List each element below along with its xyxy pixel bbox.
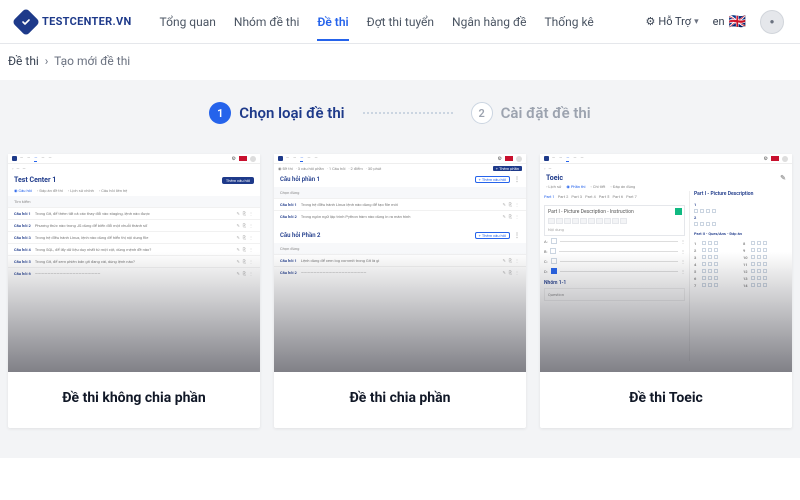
- card-label: Đề thi chia phần: [274, 372, 526, 428]
- card-no-sections[interactable]: —————⚙ ◦—— Test Center 1Thêm câu hỏi ◉ C…: [8, 154, 260, 428]
- app-header: TESTCENTER.VN Tổng quan Nhóm đề thi Đề t…: [0, 0, 800, 44]
- nav-tests[interactable]: Đề thi: [317, 3, 348, 41]
- language-switcher[interactable]: en 🇬🇧: [713, 14, 746, 30]
- card-preview: —————⚙ ◦—— Test Center 1Thêm câu hỏi ◉ C…: [8, 154, 260, 372]
- breadcrumb-root[interactable]: Đề thi: [8, 54, 39, 68]
- step-2[interactable]: 2 Cài đặt đề thi: [471, 102, 591, 124]
- step-1-badge: 1: [209, 102, 231, 124]
- step-2-badge: 2: [471, 102, 493, 124]
- support-dropdown[interactable]: ⚙ Hỗ Trợ ▾: [646, 15, 699, 28]
- test-type-cards: —————⚙ ◦—— Test Center 1Thêm câu hỏi ◉ C…: [8, 154, 792, 428]
- nav-statistics[interactable]: Thống kê: [545, 3, 594, 41]
- nav-exam-rounds[interactable]: Đợt thi tuyển: [367, 3, 434, 41]
- card-preview: —————⚙ ◦— Toeic✎ ◦ Lịch sử◉ Phần thi◦ Ch…: [540, 154, 792, 372]
- card-with-sections[interactable]: —————⚙ ◉ Đề thi· 3 câu hỏi phần· 1 Câu h…: [274, 154, 526, 428]
- step-2-label: Cài đặt đề thi: [501, 104, 591, 122]
- logo-badge-icon: [12, 7, 40, 35]
- card-label: Đề thi Toeic: [540, 372, 792, 428]
- lang-code: en: [713, 15, 725, 28]
- main-nav: Tổng quan Nhóm đề thi Đề thi Đợt thi tuy…: [160, 3, 594, 41]
- breadcrumb: Đề thi › Tạo mới đề thi: [0, 44, 800, 80]
- nav-overview[interactable]: Tổng quan: [160, 3, 216, 41]
- nav-question-bank[interactable]: Ngân hàng đề: [452, 3, 526, 41]
- gear-icon: ⚙: [646, 15, 656, 28]
- card-preview: —————⚙ ◉ Đề thi· 3 câu hỏi phần· 1 Câu h…: [274, 154, 526, 372]
- card-toeic[interactable]: —————⚙ ◦— Toeic✎ ◦ Lịch sử◉ Phần thi◦ Ch…: [540, 154, 792, 428]
- brand-text: TESTCENTER.VN: [42, 15, 132, 28]
- flag-uk-icon: 🇬🇧: [729, 14, 746, 30]
- header-right: ⚙ Hỗ Trợ ▾ en 🇬🇧 ●: [646, 10, 784, 34]
- step-1-label: Chọn loại đề thi: [239, 104, 344, 122]
- step-1[interactable]: 1 Chọn loại đề thi: [209, 102, 344, 124]
- brand-logo[interactable]: TESTCENTER.VN: [16, 12, 132, 32]
- card-label: Đề thi không chia phần: [8, 372, 260, 428]
- user-avatar[interactable]: ●: [760, 10, 784, 34]
- support-label: Hỗ Trợ: [658, 15, 691, 28]
- step-divider: [363, 112, 453, 114]
- page-body: 1 Chọn loại đề thi 2 Cài đặt đề thi ————…: [0, 80, 800, 458]
- nav-test-groups[interactable]: Nhóm đề thi: [234, 3, 299, 41]
- chevron-down-icon: ▾: [694, 17, 699, 27]
- wizard-stepper: 1 Chọn loại đề thi 2 Cài đặt đề thi: [8, 102, 792, 124]
- breadcrumb-current: Tạo mới đề thi: [54, 54, 130, 68]
